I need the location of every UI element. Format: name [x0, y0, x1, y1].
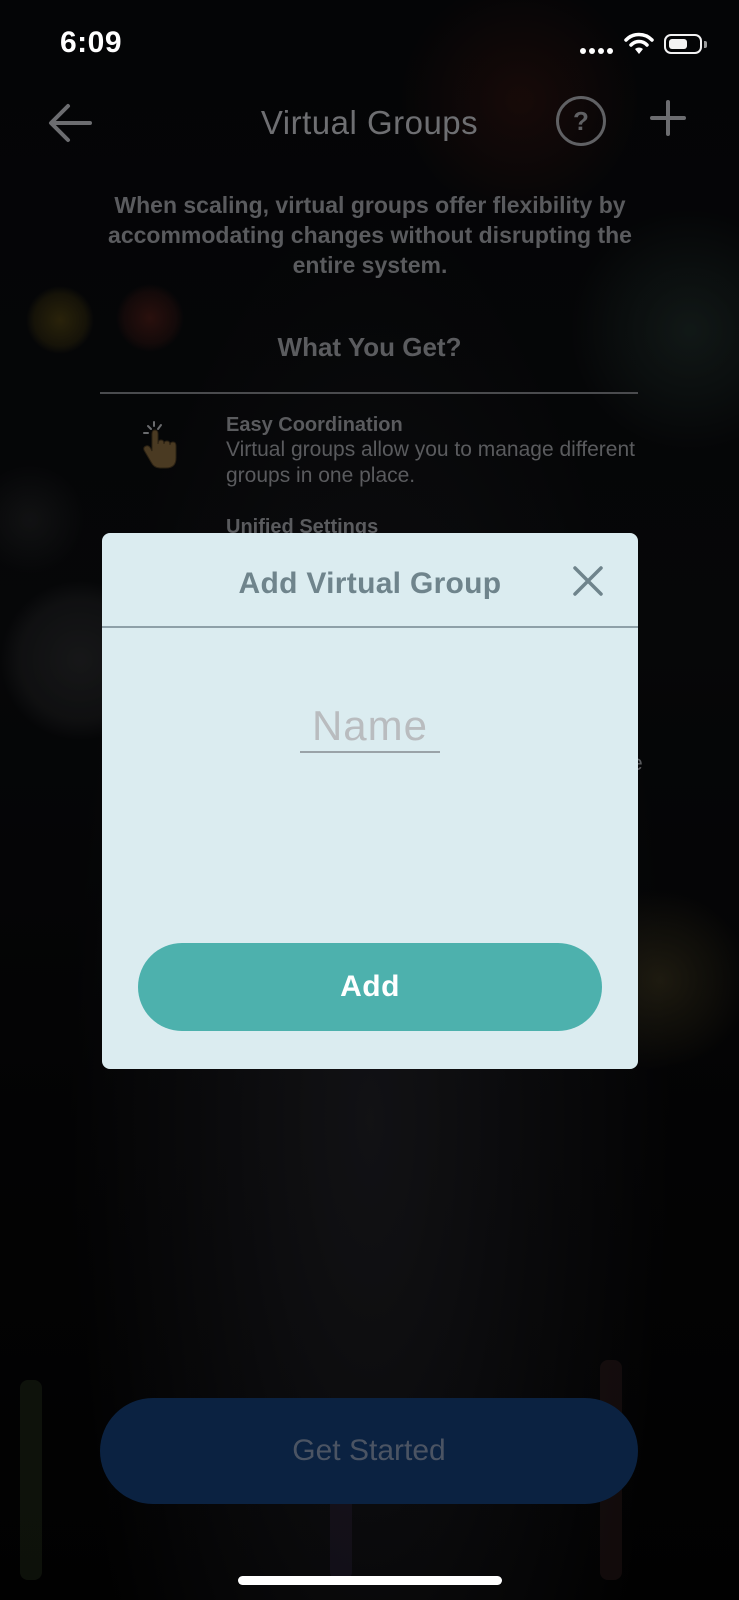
plus-icon[interactable] [648, 98, 688, 138]
cellular-signal-icon [580, 44, 616, 54]
home-indicator[interactable] [238, 1576, 502, 1585]
intro-text: When scaling, virtual groups offer flexi… [108, 192, 632, 278]
get-started-button[interactable]: Get Started [100, 1398, 638, 1504]
status-bar: 6:09 [0, 0, 739, 90]
section-title: What You Get? [277, 332, 462, 362]
add-button[interactable]: Add [138, 943, 602, 1031]
wifi-icon [624, 32, 654, 54]
dialog-title: Add Virtual Group [238, 567, 502, 600]
close-icon[interactable] [570, 563, 606, 599]
section-divider [100, 392, 638, 394]
battery-icon [664, 34, 702, 54]
app-header: Virtual Groups ? [0, 90, 739, 160]
status-time: 6:09 [60, 26, 123, 59]
pointing-hand-icon [143, 421, 177, 469]
help-icon[interactable]: ? [556, 96, 606, 146]
name-input[interactable] [300, 701, 440, 753]
feature-title: Easy Coordination [226, 414, 403, 436]
add-virtual-group-dialog: Add Virtual Group Add [102, 533, 638, 1069]
dialog-divider [102, 626, 638, 628]
feature-description: Virtual groups allow you to manage diffe… [226, 438, 635, 487]
battery-cap [704, 41, 707, 48]
feature-item: Easy Coordination Virtual groups allow y… [226, 414, 646, 489]
screen: 6:09 Virtual Groups ? When scaling, virt… [0, 0, 739, 1600]
page-title: Virtual Groups [260, 104, 479, 141]
